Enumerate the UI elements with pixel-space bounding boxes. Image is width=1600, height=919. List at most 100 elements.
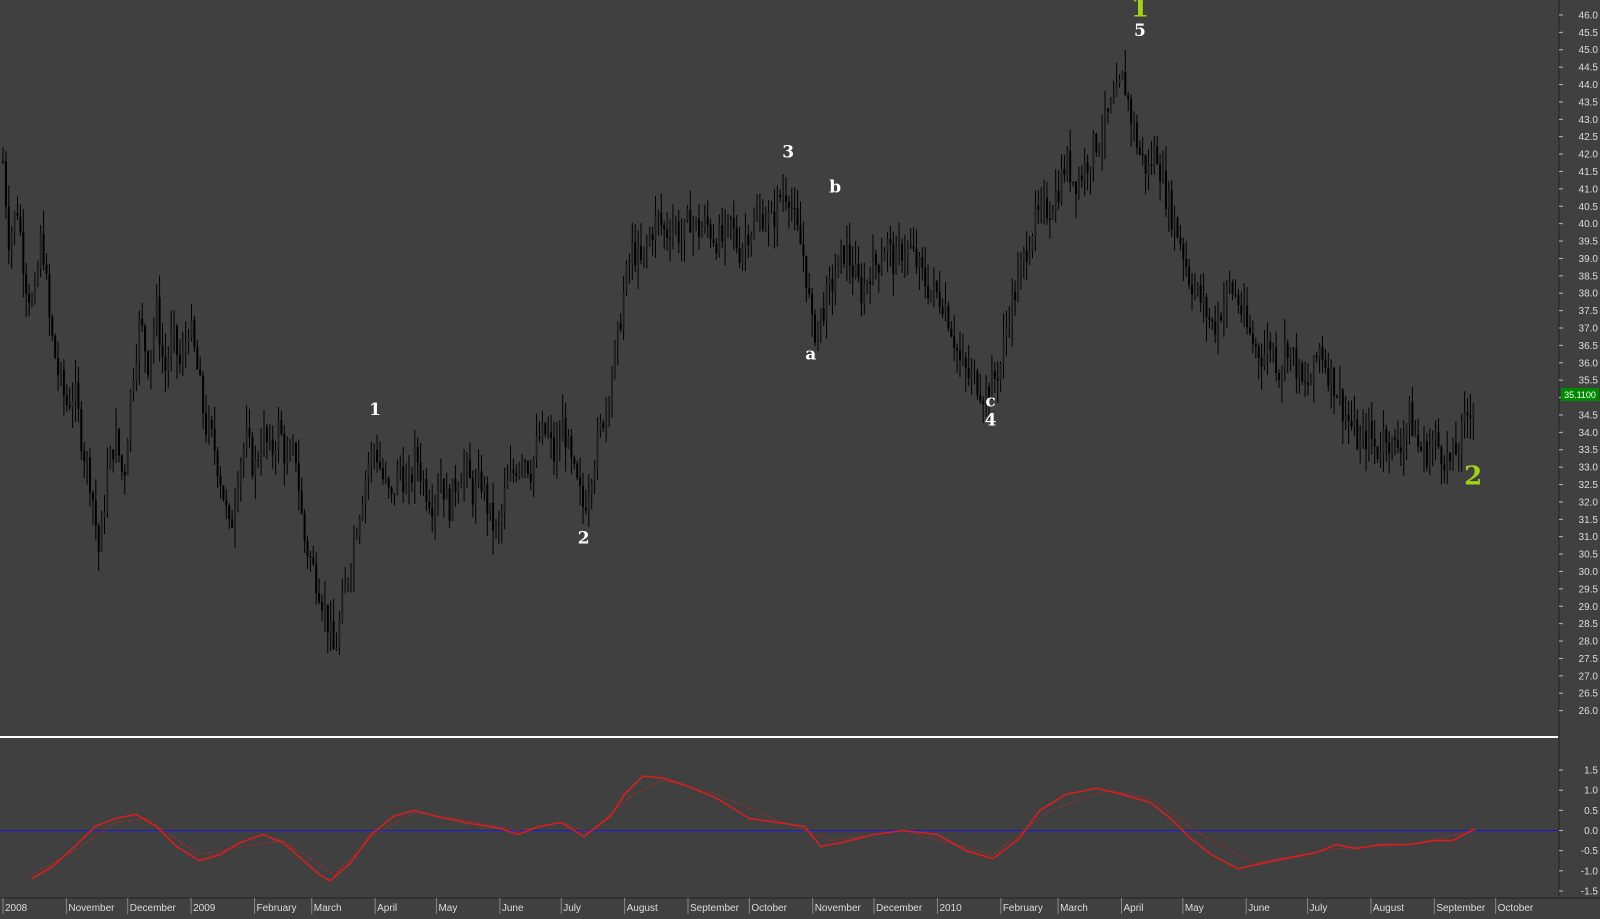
candle-body bbox=[654, 214, 657, 240]
candle-body bbox=[1043, 197, 1046, 201]
candle-body bbox=[1385, 429, 1388, 443]
candle-body bbox=[100, 517, 103, 552]
candle-body bbox=[1159, 164, 1162, 182]
candle-body bbox=[309, 556, 312, 558]
candle-body bbox=[51, 317, 54, 336]
candle-body bbox=[816, 321, 819, 343]
candle-body bbox=[1106, 108, 1109, 112]
candle-body bbox=[1133, 122, 1135, 124]
candle-body bbox=[335, 647, 338, 650]
candle-body bbox=[993, 371, 996, 379]
candle-body bbox=[903, 256, 906, 261]
candle-body bbox=[384, 478, 387, 480]
time-tick-label: March bbox=[314, 903, 342, 914]
candle-body bbox=[31, 298, 33, 303]
candle-body bbox=[1080, 175, 1083, 181]
candle-body bbox=[89, 457, 91, 493]
candle-body bbox=[663, 225, 666, 230]
candle-body bbox=[254, 459, 257, 476]
candle-body bbox=[1005, 327, 1008, 338]
candle-body bbox=[373, 449, 376, 451]
candle-body bbox=[138, 318, 141, 363]
candle-body bbox=[112, 449, 115, 460]
candle-body bbox=[1457, 453, 1460, 455]
price-tick-label: 26.5 bbox=[1579, 689, 1599, 700]
candle-body bbox=[611, 375, 613, 402]
candle-body bbox=[1333, 367, 1336, 397]
candle-body bbox=[1075, 182, 1077, 195]
candle-body bbox=[689, 209, 692, 233]
candle-body bbox=[1388, 442, 1391, 454]
candle-body bbox=[390, 487, 393, 494]
candle-body bbox=[213, 428, 216, 451]
candle-body bbox=[36, 268, 39, 284]
candle-body bbox=[901, 244, 903, 261]
candle-body bbox=[274, 450, 277, 455]
candle-body bbox=[1425, 441, 1428, 467]
candle-body bbox=[170, 333, 173, 359]
candle-body bbox=[483, 484, 486, 492]
candle-body bbox=[1318, 346, 1321, 358]
time-tick-label: June bbox=[1248, 903, 1270, 914]
candle-body bbox=[1048, 218, 1051, 220]
candle-body bbox=[535, 436, 538, 459]
candle-body bbox=[1399, 447, 1402, 453]
time-tick-label: August bbox=[1373, 903, 1404, 914]
candle-body bbox=[628, 263, 631, 265]
candle-body bbox=[239, 462, 242, 484]
candle-body bbox=[321, 601, 323, 611]
candle-body bbox=[1359, 439, 1362, 449]
candle-body bbox=[596, 430, 599, 468]
candle-body bbox=[1367, 420, 1370, 450]
candle-body bbox=[416, 446, 419, 463]
candle-body bbox=[895, 246, 898, 275]
candle-body bbox=[152, 326, 155, 351]
candle-body bbox=[248, 428, 251, 438]
price-tick-label: 36.0 bbox=[1579, 358, 1599, 369]
candle-body bbox=[761, 214, 764, 230]
candle-body bbox=[706, 216, 709, 225]
candle-body bbox=[729, 216, 732, 219]
candle-body bbox=[341, 593, 344, 621]
candle-body bbox=[593, 467, 596, 484]
candle-body bbox=[33, 283, 36, 299]
candle-body bbox=[1454, 443, 1457, 455]
candle-body bbox=[648, 234, 651, 244]
candle-body bbox=[866, 281, 869, 285]
candle-body bbox=[413, 446, 416, 483]
price-tick-label: 37.5 bbox=[1579, 306, 1599, 317]
candle-body bbox=[292, 442, 294, 450]
candle-body bbox=[1370, 420, 1373, 439]
candle-body bbox=[437, 491, 439, 501]
candle-body bbox=[573, 458, 576, 464]
candle-body bbox=[126, 442, 129, 476]
candle-body bbox=[1170, 190, 1173, 230]
candle-body bbox=[1466, 412, 1469, 416]
candle-body bbox=[1179, 237, 1182, 244]
candle-body bbox=[787, 202, 790, 208]
candle-body bbox=[938, 291, 941, 307]
candle-body bbox=[71, 401, 74, 408]
price-tick-label: 45.5 bbox=[1579, 28, 1599, 39]
candle-body bbox=[457, 487, 460, 492]
candle-body bbox=[236, 484, 239, 506]
candle-body bbox=[1092, 133, 1095, 168]
candle-body bbox=[158, 297, 161, 346]
candle-body bbox=[906, 246, 909, 257]
candle-body bbox=[1324, 360, 1327, 368]
candle-body bbox=[19, 216, 22, 232]
candle-body bbox=[1391, 437, 1394, 454]
candle-body bbox=[129, 391, 132, 443]
candle-body bbox=[16, 212, 19, 217]
candle-body bbox=[326, 604, 329, 633]
candle-body bbox=[1405, 425, 1408, 438]
candle-body bbox=[1292, 348, 1295, 350]
candle-body bbox=[1202, 297, 1205, 303]
candle-body bbox=[381, 468, 384, 480]
candle-body bbox=[869, 281, 872, 285]
chart-canvas[interactable]: 123abc4512 26.026.527.027.528.028.529.02… bbox=[0, 0, 1600, 914]
candle-body bbox=[811, 293, 814, 315]
candle-body bbox=[1408, 401, 1411, 426]
time-tick-label: February bbox=[1003, 903, 1043, 914]
time-tick-label: March bbox=[1060, 903, 1088, 914]
